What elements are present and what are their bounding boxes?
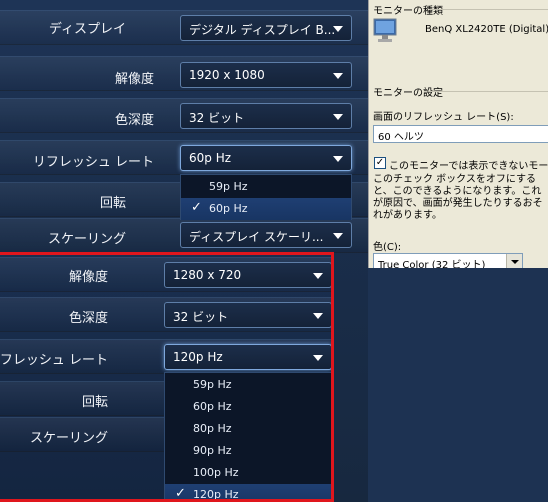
color-depth-dropdown-value: 32 ビット [189, 111, 245, 125]
refresh-rate-select-value: 60 ヘルツ [378, 132, 424, 143]
color-depth-label: 色深度 [68, 311, 108, 326]
rotation-label: 回転 [81, 395, 108, 410]
colors-select[interactable]: True Color (32 ビット) [373, 253, 523, 268]
refresh-option-label: 59p Hz [209, 180, 248, 193]
refresh-rate-label: リフレッシュ レート [0, 353, 108, 368]
chevron-down-icon [333, 73, 343, 79]
refresh-rate-dropdown-value: 120p Hz [173, 350, 223, 364]
refresh-option-label: 60p Hz [193, 400, 232, 413]
rotation-label: 回転 [99, 196, 126, 211]
colors-select-value: True Color (32 ビット) [378, 260, 486, 268]
resolution-label: 解像度 [114, 72, 154, 87]
hide-modes-description: このチェック ボックスをオフにすると、このできるようになります。これが原因で、画… [373, 174, 543, 221]
hide-modes-checkbox-label: このモニターでは表示できないモード [389, 161, 548, 172]
color-depth-dropdown-value: 32 ビット [173, 310, 229, 324]
refresh-option[interactable]: 80p Hz [165, 418, 331, 440]
display-label: ディスプレイ [48, 22, 126, 37]
resolution-label: 解像度 [68, 270, 108, 285]
refresh-rate-field-label: 画面のリフレッシュ レート(S): [373, 112, 514, 123]
display-dropdown-value: デジタル ディスプレイ B... [189, 23, 336, 37]
refresh-rate-dropdown[interactable]: 120p Hz [164, 344, 331, 370]
refresh-option-label: 59p Hz [193, 378, 232, 391]
divider [429, 91, 548, 92]
chevron-down-icon [333, 114, 343, 120]
refresh-rate-label: リフレッシュ レート [32, 155, 154, 170]
refresh-option-selected[interactable]: ✓ 120p Hz [165, 484, 331, 501]
scaling-label: スケーリング [47, 232, 126, 247]
windows-monitor-settings: モニターの種類 BenQ XL2420TE (Digital) モニターの設定 … [368, 0, 548, 268]
monitor-name: BenQ XL2420TE (Digital) [425, 24, 548, 35]
chevron-down-icon [313, 273, 323, 279]
scaling-dropdown-value: ディスプレイ スケーリ... [189, 230, 324, 244]
resolution-dropdown-value: 1280 x 720 [173, 268, 242, 282]
refresh-option-selected[interactable]: ✓ 60p Hz [181, 198, 351, 220]
refresh-option-label: 120p Hz [193, 488, 239, 501]
chevron-down-icon [333, 233, 343, 239]
color-depth-dropdown[interactable]: 32 ビット [164, 302, 331, 328]
divider [429, 9, 548, 10]
chevron-down-icon [333, 156, 343, 162]
check-icon: ✓ [191, 200, 202, 215]
refresh-rate-dropdown-value: 60p Hz [189, 151, 232, 165]
refresh-rate-select[interactable]: 60 ヘルツ [373, 125, 548, 143]
display-settings-panel-bottom: 解像度 1280 x 720 色深度 32 ビット リフレッシュ レート 120… [0, 252, 334, 502]
refresh-option[interactable]: 59p Hz [165, 374, 331, 396]
refresh-option[interactable]: 59p Hz [181, 176, 351, 198]
chevron-down-icon [506, 254, 522, 268]
refresh-rate-options: 59p Hz ✓ 60p Hz [180, 174, 352, 220]
resolution-dropdown[interactable]: 1920 x 1080 [180, 62, 352, 88]
refresh-option-label: 100p Hz [193, 466, 239, 479]
color-depth-dropdown[interactable]: 32 ビット [180, 103, 352, 129]
refresh-rate-dropdown[interactable]: 60p Hz [180, 145, 352, 171]
refresh-option-label: 60p Hz [209, 202, 248, 215]
chevron-down-icon [313, 355, 323, 361]
chevron-down-icon [333, 26, 343, 32]
colors-label: 色(C): [373, 242, 402, 253]
refresh-option[interactable]: 100p Hz [165, 462, 331, 484]
check-icon: ✓ [175, 486, 186, 501]
refresh-rate-options: 59p Hz 60p Hz 80p Hz 90p Hz 100p Hz ✓ 12… [164, 372, 331, 501]
monitor-icon [373, 18, 397, 42]
refresh-option-label: 90p Hz [193, 444, 232, 457]
hide-modes-checkbox[interactable]: ✓ [374, 157, 386, 169]
refresh-option[interactable]: 60p Hz [165, 396, 331, 418]
scaling-label: スケーリング [29, 431, 108, 446]
scaling-dropdown[interactable]: ディスプレイ スケーリ... [180, 222, 352, 248]
chevron-down-icon [313, 313, 323, 319]
refresh-option[interactable]: 90p Hz [165, 440, 331, 462]
resolution-dropdown[interactable]: 1280 x 720 [164, 262, 331, 288]
color-depth-label: 色深度 [114, 113, 154, 128]
refresh-option-label: 80p Hz [193, 422, 232, 435]
resolution-dropdown-value: 1920 x 1080 [189, 68, 265, 82]
display-dropdown[interactable]: デジタル ディスプレイ B... [180, 15, 352, 41]
